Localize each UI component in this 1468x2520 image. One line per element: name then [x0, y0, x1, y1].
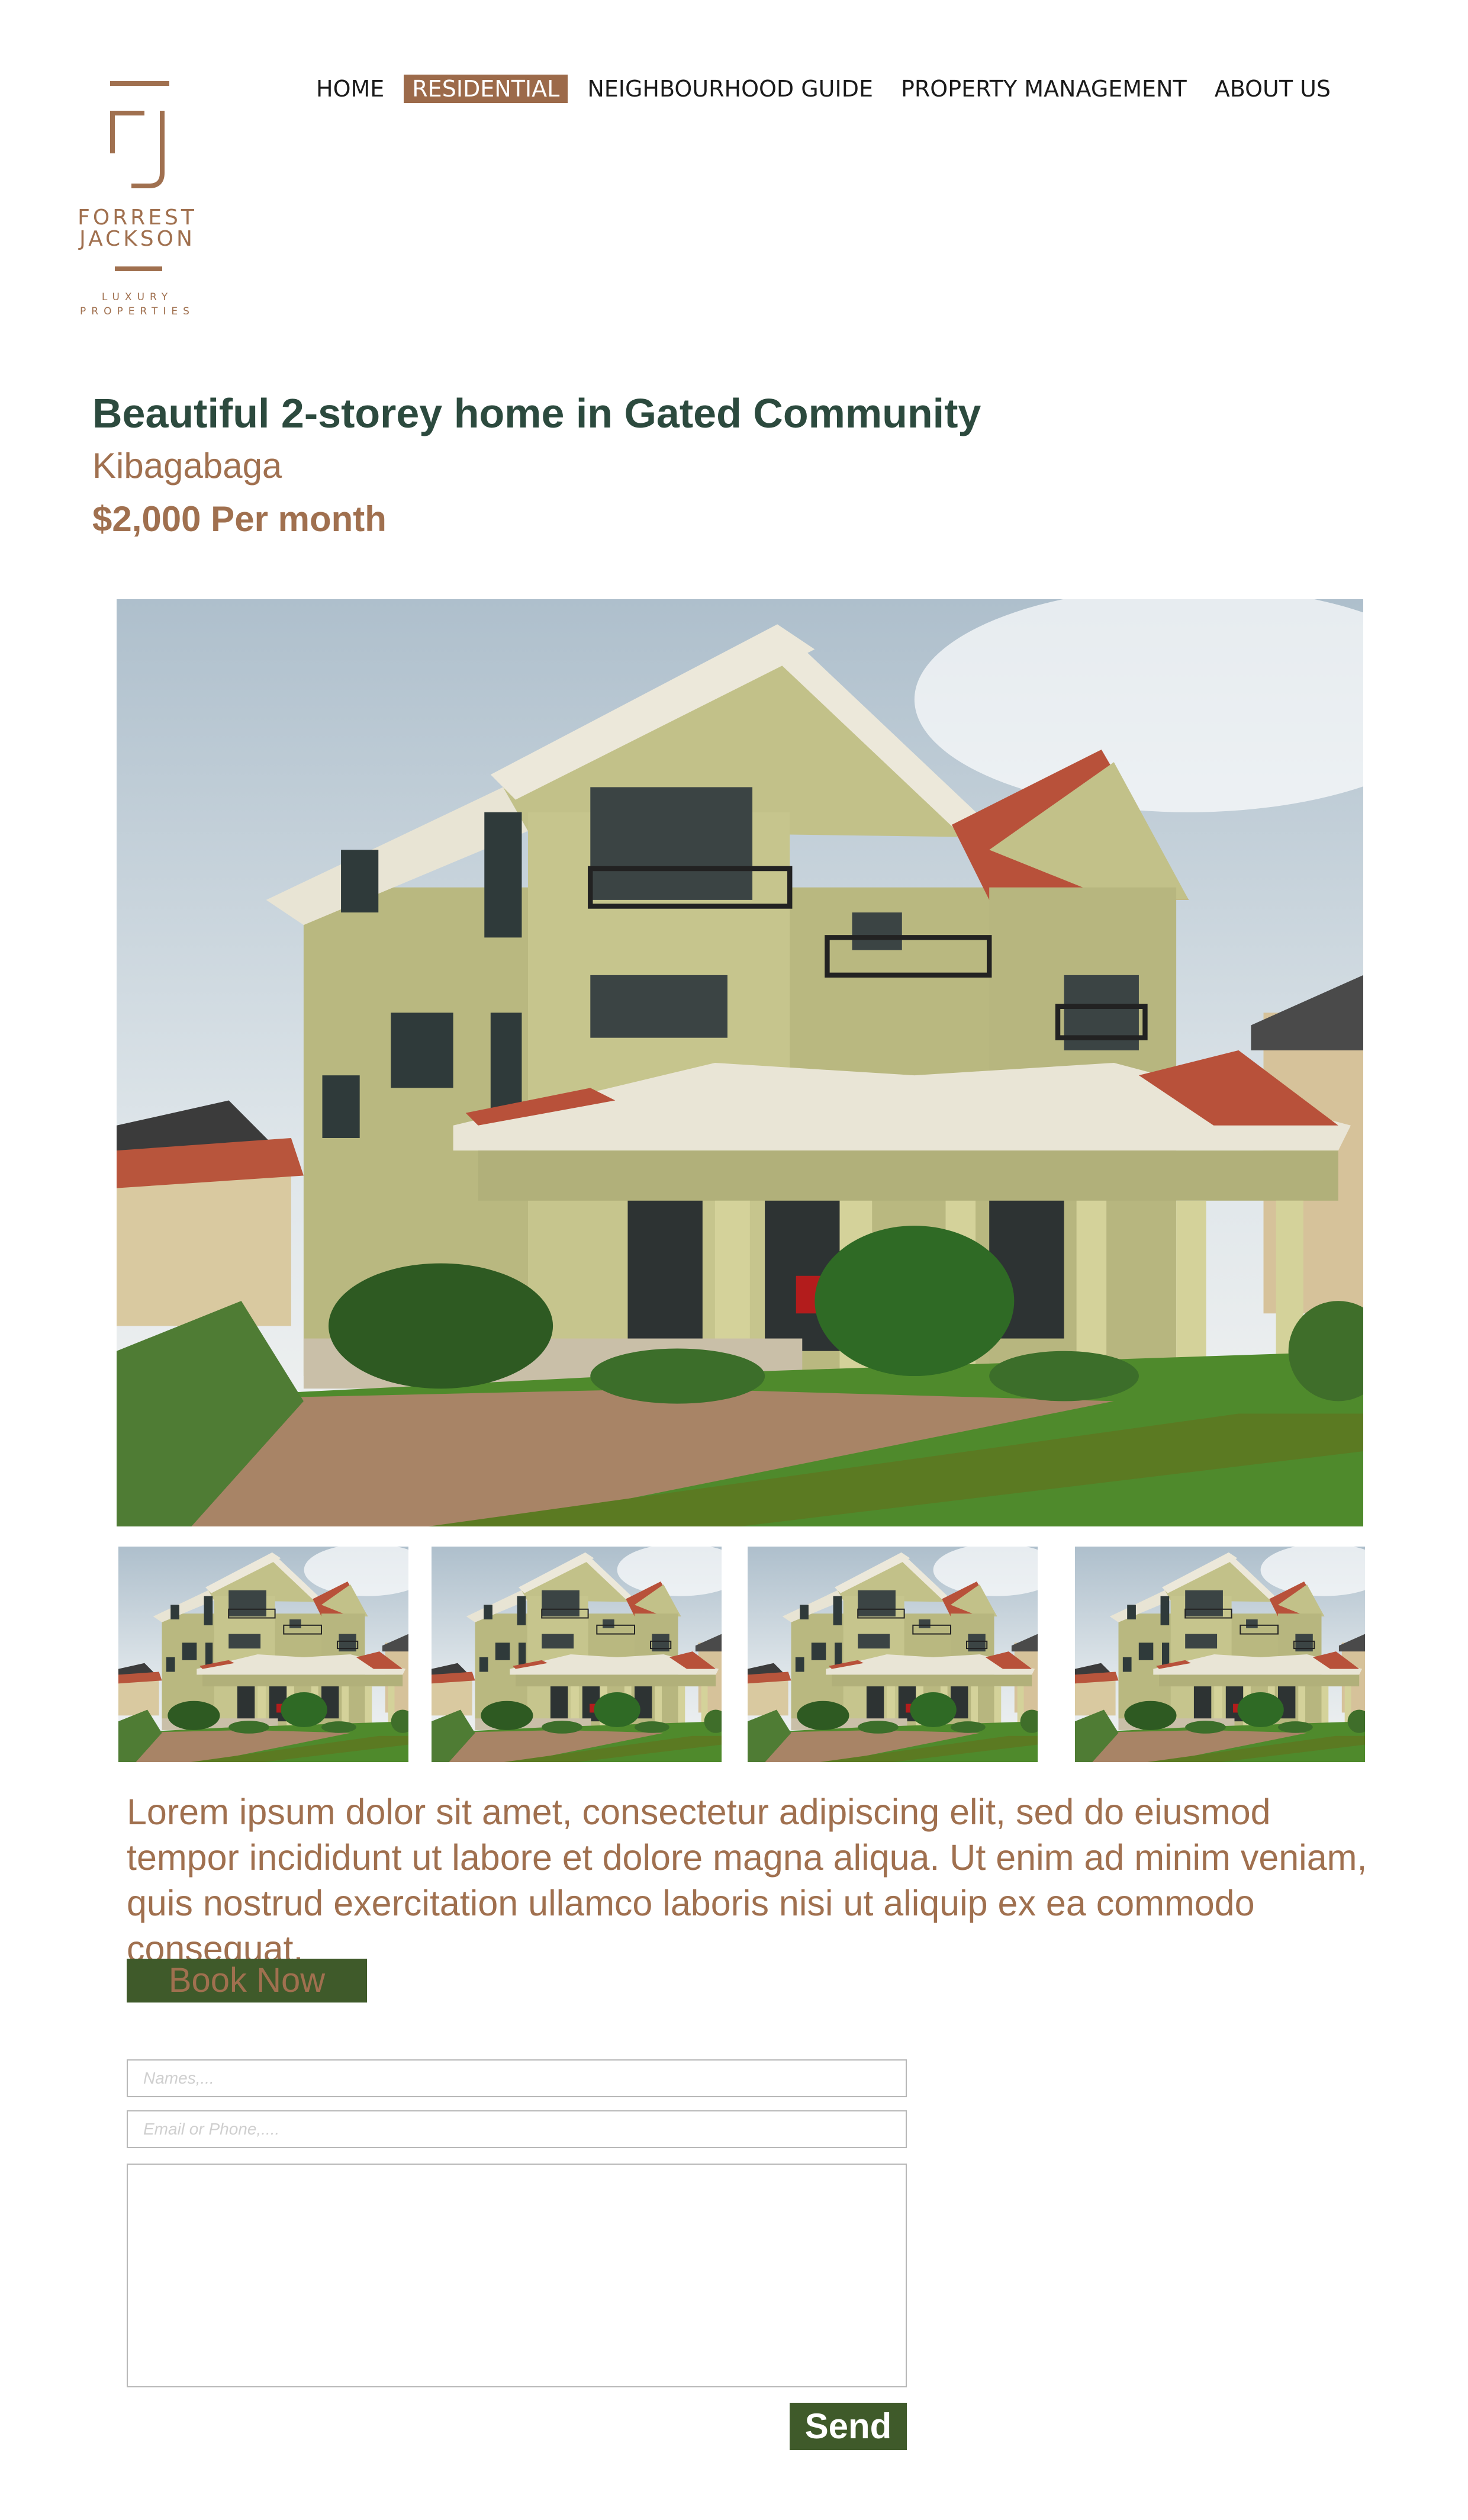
thumbnail-1[interactable]	[118, 1547, 408, 1762]
nav-item-property-management[interactable]: PROPERTY MANAGEMENT	[893, 75, 1195, 103]
names-input[interactable]	[127, 2059, 907, 2097]
nav-item-residential[interactable]: RESIDENTIAL	[404, 75, 568, 103]
brand-name-line1: FORREST	[78, 205, 197, 230]
brand-divider	[115, 266, 162, 271]
main-nav: HOME RESIDENTIAL NEIGHBOURHOOD GUIDE PRO…	[308, 75, 1350, 103]
brand-name: FORREST JACKSON	[70, 207, 205, 250]
main-house-photo[interactable]	[117, 599, 1363, 1526]
brand-tagline: LUXURY PROPERTIES	[70, 290, 205, 319]
house-photo-icon	[118, 1547, 408, 1762]
message-textarea[interactable]	[127, 2164, 907, 2387]
send-button[interactable]: Send	[790, 2403, 907, 2450]
thumbnail-2[interactable]	[432, 1547, 722, 1762]
brand-logo[interactable]: FORREST JACKSON LUXURY PROPERTIES	[70, 78, 205, 327]
listing-location: Kibagabaga	[92, 446, 282, 486]
listing-description: Lorem ipsum dolor sit amet, consectetur …	[127, 1792, 1367, 1969]
email-or-phone-input[interactable]	[127, 2110, 907, 2148]
house-photo-icon	[748, 1547, 1038, 1762]
nav-item-neighbourhood-guide[interactable]: NEIGHBOURHOOD GUIDE	[579, 75, 881, 103]
nav-item-about-us[interactable]: ABOUT US	[1206, 75, 1339, 103]
house-photo-icon	[1075, 1547, 1365, 1762]
book-now-button[interactable]: Book Now	[127, 1959, 367, 2002]
thumbnail-4[interactable]	[1075, 1547, 1365, 1762]
thumbnail-3[interactable]	[748, 1547, 1038, 1762]
brand-name-line2: JACKSON	[79, 227, 195, 251]
listing-title: Beautiful 2-storey home in Gated Communi…	[92, 390, 981, 436]
nav-item-home[interactable]: HOME	[308, 75, 392, 103]
house-photo-icon	[117, 599, 1363, 1526]
brand-tagline-line2: PROPERTIES	[80, 306, 195, 317]
listing-price: $2,000 Per month	[92, 499, 387, 539]
brand-tagline-line1: LUXURY	[101, 291, 173, 303]
fj-monogram-icon	[110, 81, 169, 188]
house-photo-icon	[432, 1547, 722, 1762]
